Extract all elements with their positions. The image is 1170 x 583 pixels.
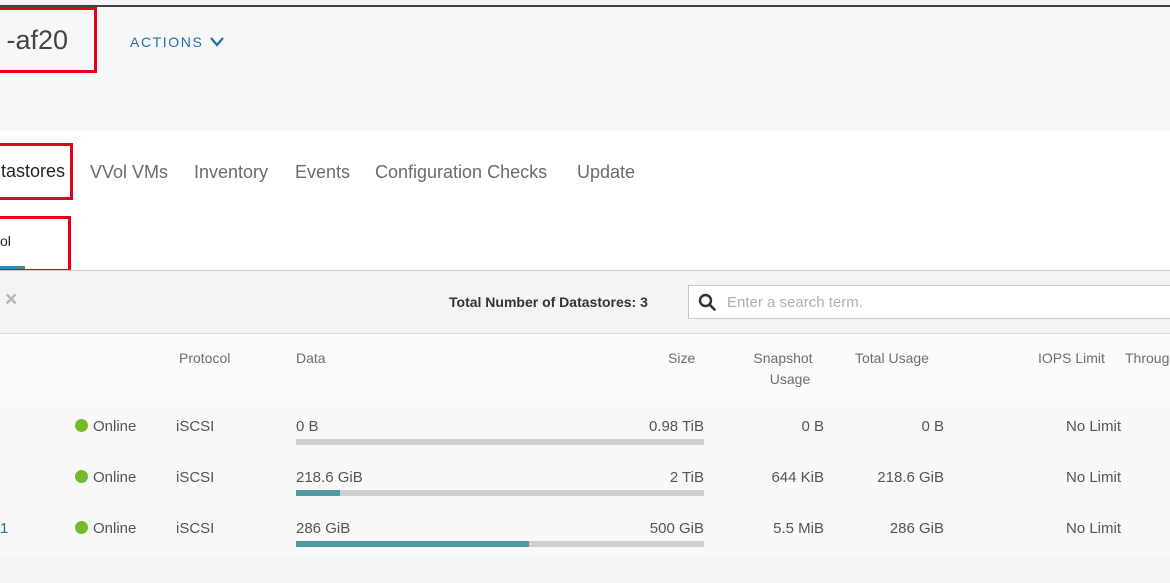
search-box[interactable] <box>688 285 1170 319</box>
total-usage-cell: 286 GiB <box>889 520 944 537</box>
column-header-snapshot-line2: Usage <box>769 371 811 387</box>
table-header <box>0 333 1170 406</box>
status-online: Online <box>75 469 136 486</box>
status-dot-icon <box>75 470 88 483</box>
snapshot-cell: 0 B <box>801 418 824 435</box>
tab-inventory[interactable]: Inventory <box>194 162 268 183</box>
protocol-cell: iSCSI <box>176 520 215 537</box>
status-text: Online <box>93 520 137 537</box>
snapshot-cell: 5.5 MiB <box>773 520 824 537</box>
search-input[interactable] <box>725 292 1149 312</box>
size-cell: 500 GiB <box>649 520 704 537</box>
chevron-down-icon <box>210 37 225 47</box>
data-used-cell: 218.6 GiB <box>296 469 363 486</box>
tab-datastores-label: tastores <box>0 161 65 181</box>
data-used-cell: 0 B <box>296 418 319 435</box>
column-header-snapshot-usage[interactable]: Snapshot Usage <box>752 348 814 390</box>
size-cell: 2 TiB <box>669 469 704 486</box>
column-header-snapshot-line1: Snapshot <box>753 350 813 366</box>
status-text: Online <box>93 469 137 486</box>
data-used-cell: 286 GiB <box>296 520 351 537</box>
tab-update[interactable]: Update <box>577 162 635 183</box>
column-header-throughput[interactable]: Throug <box>1125 348 1169 369</box>
usage-bar <box>296 490 704 496</box>
tab-events[interactable]: Events <box>295 162 350 183</box>
iops-cell: No Limit <box>1066 469 1122 486</box>
size-cell: 0.98 TiB <box>648 418 704 435</box>
actions-button[interactable]: ACTIONS <box>130 34 225 50</box>
object-title-text: -af20 <box>6 24 68 55</box>
actions-label: ACTIONS <box>130 34 204 50</box>
subtab-vvol-label[interactable]: ol <box>0 233 11 249</box>
tab-vvol-vms[interactable]: VVol VMs <box>90 162 168 183</box>
column-header-protocol[interactable]: Protocol <box>179 348 230 369</box>
snapshot-cell: 644 KiB <box>771 469 824 486</box>
protocol-cell: iSCSI <box>176 418 215 435</box>
tab-bar <box>0 131 1170 271</box>
usage-bar <box>296 541 704 547</box>
column-header-total-usage[interactable]: Total Usage <box>855 348 929 369</box>
close-icon[interactable]: × <box>5 288 17 312</box>
iops-cell: No Limit <box>1066 520 1122 537</box>
status-online: Online <box>75 418 136 435</box>
status-dot-icon <box>75 521 88 534</box>
object-title: -af20 <box>0 7 97 73</box>
column-header-data[interactable]: Data <box>296 348 326 369</box>
column-header-iops-limit[interactable]: IOPS Limit <box>1038 348 1105 369</box>
tab-datastores[interactable]: tastores <box>0 143 73 200</box>
status-dot-icon <box>75 419 88 432</box>
subtab-active-indicator <box>0 266 25 269</box>
usage-bar-fill <box>296 490 340 496</box>
total-datastores-label: Total Number of Datastores: 3 <box>449 294 648 310</box>
page-footer-space <box>0 558 1170 583</box>
iops-cell: No Limit <box>1066 418 1122 435</box>
total-usage-cell: 218.6 GiB <box>877 469 944 486</box>
search-icon <box>698 293 716 311</box>
protocol-cell: iSCSI <box>176 469 215 486</box>
status-text: Online <box>93 418 137 435</box>
status-online: Online <box>75 520 136 537</box>
row-name[interactable]: 1 <box>0 520 8 537</box>
usage-bar-fill <box>296 541 530 547</box>
page-header <box>0 7 1170 131</box>
usage-bar <box>296 439 704 445</box>
tab-configuration-checks[interactable]: Configuration Checks <box>375 162 547 183</box>
column-header-size[interactable]: Size <box>668 348 695 369</box>
total-usage-cell: 0 B <box>921 418 944 435</box>
